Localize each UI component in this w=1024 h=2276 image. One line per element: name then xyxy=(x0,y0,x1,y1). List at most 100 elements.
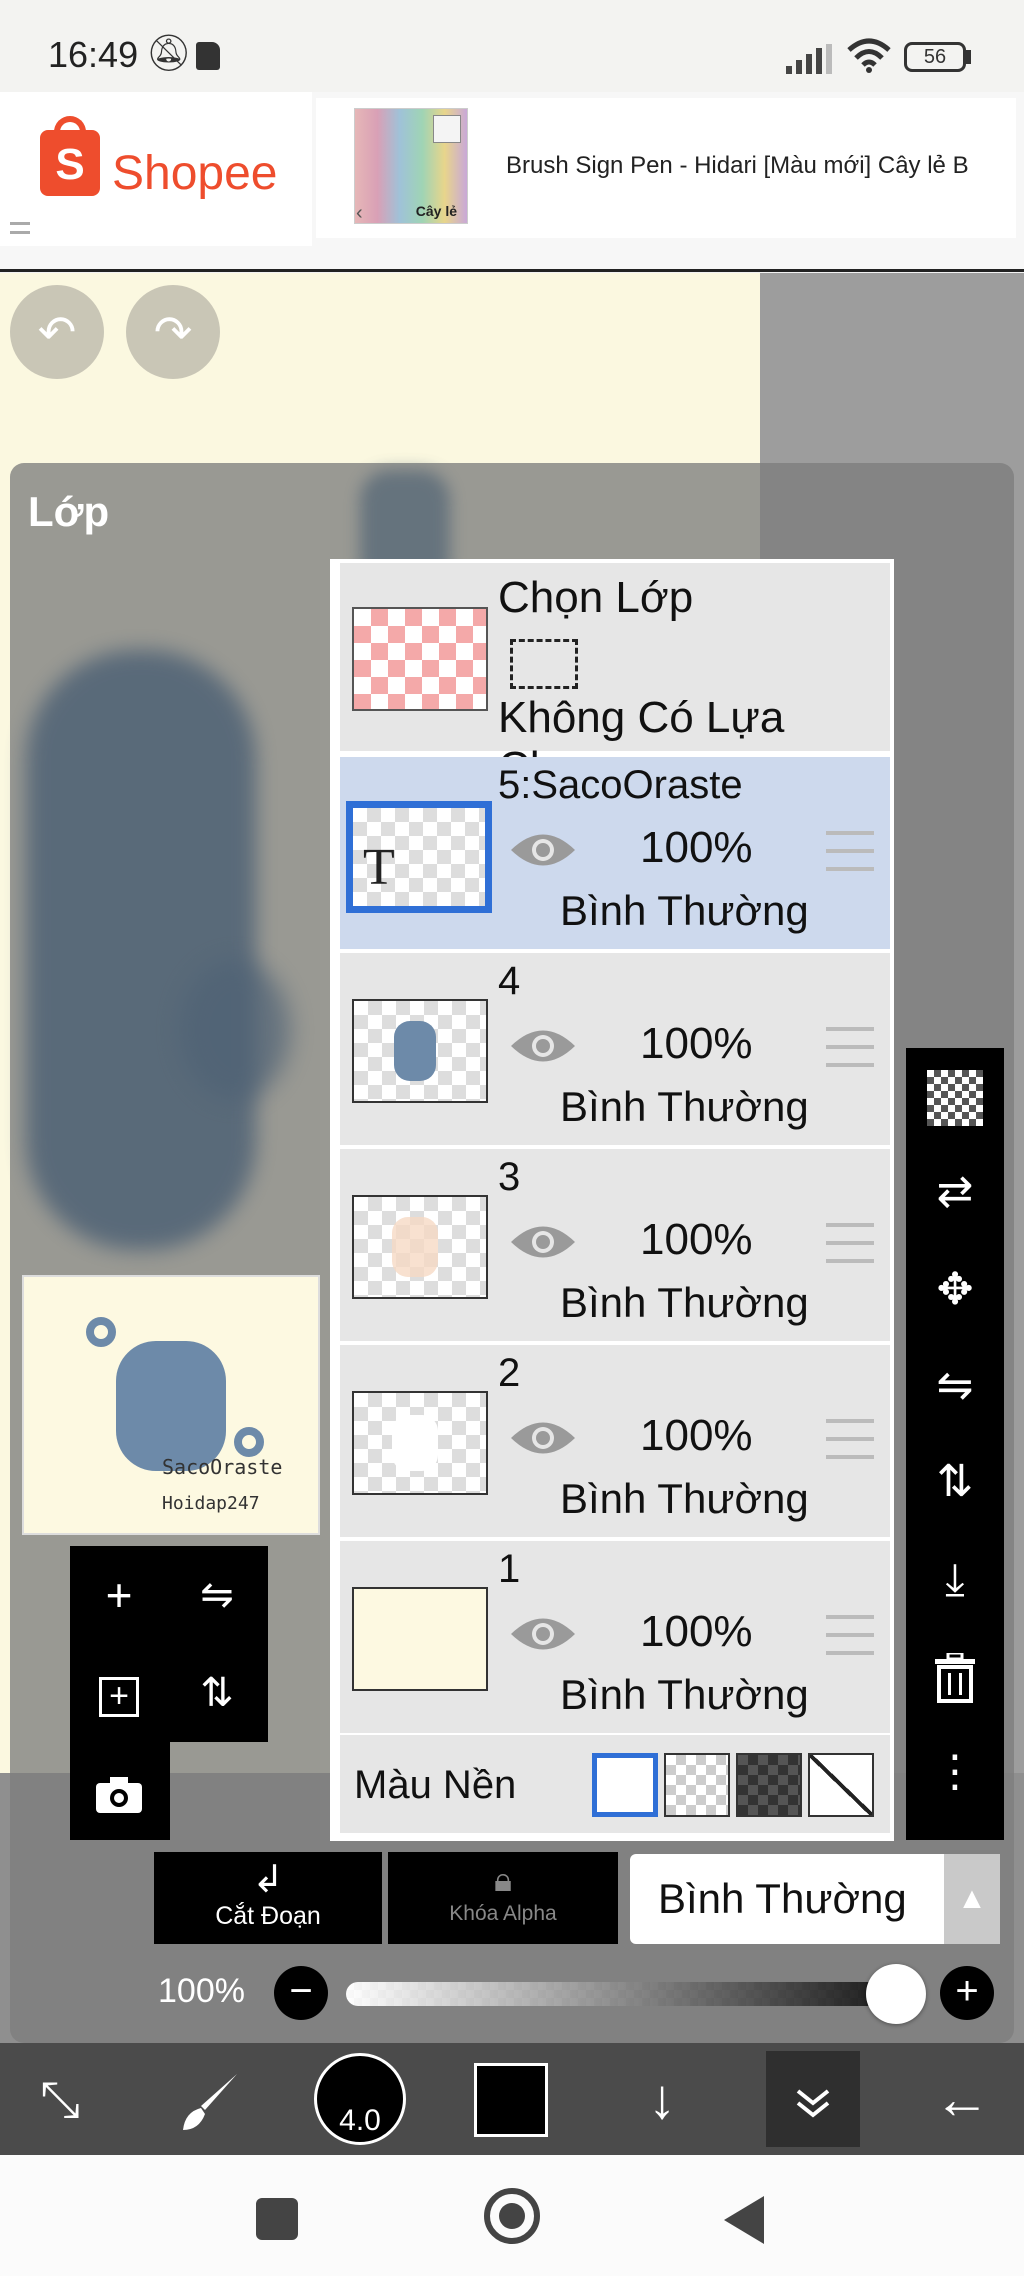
background-color-row: Màu Nền xyxy=(340,1735,890,1835)
drag-handle-icon[interactable] xyxy=(826,1027,874,1067)
layer-blend-mode: Bình Thường xyxy=(560,1475,809,1522)
preview-text-1: SacoOraste xyxy=(162,1455,283,1479)
bg-none-swatch[interactable] xyxy=(808,1753,874,1817)
cut-button[interactable]: ↲ Cắt Đoạn xyxy=(154,1852,382,1944)
swap-layer-icon[interactable]: ⇄ xyxy=(906,1144,1004,1240)
ad-menu-icon[interactable] xyxy=(10,222,30,234)
arrow-down-icon[interactable]: ↓ xyxy=(612,2043,712,2155)
home-button[interactable] xyxy=(484,2188,540,2244)
layer-thumbnail xyxy=(352,1195,488,1299)
canvas-preview[interactable]: SacoOraste Hoidap247 xyxy=(22,1275,320,1535)
product-card[interactable]: Cây lẻ ‹ Brush Sign Pen - Hidari [Màu mớ… xyxy=(316,98,1016,238)
selection-layer-row[interactable]: Chọn Lớp Không Có Lựa Chọn xyxy=(340,563,890,792)
merge-down-icon[interactable]: ⤓ xyxy=(906,1532,1004,1628)
checkerboard-icon[interactable] xyxy=(906,1048,1004,1144)
layer-thumbnail: T xyxy=(346,801,492,913)
panel-title: Lớp xyxy=(28,488,110,535)
opacity-minus-button[interactable]: − xyxy=(274,1966,328,2020)
layer-name: 1 xyxy=(498,1547,521,1591)
layer-blend-mode: Bình Thường xyxy=(560,1671,809,1718)
blend-mode-select[interactable]: Bình Thường xyxy=(630,1854,944,1944)
layer-row[interactable]: 3 100% Bình Thường xyxy=(340,1149,890,1343)
move-icon[interactable]: ✥ xyxy=(906,1242,1004,1338)
drag-handle-icon[interactable] xyxy=(826,831,874,871)
shopee-card[interactable]: S Shopee xyxy=(0,92,312,246)
lock-icon: 🔒︎ xyxy=(493,1861,513,1899)
drag-handle-icon[interactable] xyxy=(826,1615,874,1655)
battery-tip xyxy=(966,50,971,64)
opacity-label: 100% xyxy=(158,1972,245,2010)
eye-icon[interactable] xyxy=(508,829,578,871)
camera-icon[interactable] xyxy=(70,1742,168,1840)
canvas-art xyxy=(180,960,290,1100)
layer-thumbnail xyxy=(352,1391,488,1495)
status-time: 16:49 xyxy=(48,34,139,75)
chevron-up-icon[interactable]: ▲ xyxy=(944,1854,1000,1944)
layer-opacity: 100% xyxy=(640,1411,753,1460)
background-color-label: Màu Nền xyxy=(354,1763,517,1807)
layer-blend-mode: Bình Thường xyxy=(560,1083,809,1130)
eye-icon[interactable] xyxy=(508,1025,578,1067)
brush-size-value: 4.0 xyxy=(339,2104,381,2137)
shopee-brand: Shopee xyxy=(112,147,278,200)
close-icon[interactable] xyxy=(433,115,461,143)
eye-icon[interactable] xyxy=(508,1417,578,1459)
product-thumb-label: Cây lẻ xyxy=(415,203,457,219)
opacity-slider[interactable] xyxy=(346,1982,926,2006)
shopee-bag-icon: S xyxy=(40,116,100,196)
canvas-art xyxy=(26,650,256,1250)
layer-row[interactable]: 2 100% Bình Thường xyxy=(340,1345,890,1539)
color-swatch[interactable] xyxy=(474,2063,548,2137)
drag-handle-icon[interactable] xyxy=(826,1419,874,1459)
layer-blend-mode: Bình Thường xyxy=(560,1279,809,1326)
recent-apps-button[interactable] xyxy=(256,2198,298,2240)
brush-size-button[interactable]: 4.0 xyxy=(314,2053,406,2145)
eye-icon[interactable] xyxy=(508,1221,578,1263)
left-tool-panel-ext xyxy=(70,1742,170,1840)
drag-handle-icon[interactable] xyxy=(826,1223,874,1263)
text-layer-icon: T xyxy=(363,839,395,896)
back-arrow-icon[interactable]: ← xyxy=(912,2043,1012,2155)
layer-row[interactable]: 4 100% Bình Thường xyxy=(340,953,890,1147)
left-tool-panel: + ⇋ + ⇅ xyxy=(70,1546,268,1742)
back-button[interactable] xyxy=(724,2196,764,2244)
alpha-lock-label: Khóa Alpha xyxy=(449,1902,557,1925)
flip-horizontal-button[interactable]: ⇋ xyxy=(168,1546,266,1644)
trash-icon[interactable] xyxy=(906,1628,1004,1724)
bell-off-icon: 🔕︎ xyxy=(146,32,192,73)
bg-transparent-swatch[interactable] xyxy=(664,1753,730,1817)
opacity-slider-handle[interactable] xyxy=(866,1964,926,2024)
layer-opacity: 100% xyxy=(640,1019,753,1068)
layer-row[interactable]: T 5:SacoOraste 100% Bình Thường xyxy=(340,757,890,951)
add-special-layer-button[interactable]: + xyxy=(70,1644,168,1742)
product-text: Brush Sign Pen - Hidari [Màu mới] Cây lẻ… xyxy=(506,152,969,179)
flip-vertical-button[interactable]: ⇅ xyxy=(168,1644,266,1742)
bg-dark-swatch[interactable] xyxy=(736,1753,802,1817)
layer-opacity: 100% xyxy=(640,823,753,872)
selection-title: Chọn Lớp xyxy=(498,573,694,622)
chevron-left-icon[interactable]: ‹ xyxy=(356,202,363,225)
bg-white-swatch[interactable] xyxy=(592,1753,658,1817)
undo-button[interactable]: ↶ xyxy=(10,285,104,379)
signal-icon xyxy=(786,44,834,74)
layer-blend-mode: Bình Thường xyxy=(560,887,809,934)
cut-label: Cắt Đoạn xyxy=(215,1902,321,1930)
redo-button[interactable]: ↷ xyxy=(126,285,220,379)
collapse-button[interactable] xyxy=(766,2051,860,2147)
product-thumbnail[interactable]: Cây lẻ xyxy=(354,108,468,224)
transform-tool-icon[interactable]: ⤡ xyxy=(10,2043,110,2155)
wifi-icon xyxy=(846,38,892,74)
preview-circle xyxy=(86,1317,116,1347)
eye-icon[interactable] xyxy=(508,1613,578,1655)
alpha-lock-button[interactable]: 🔒︎ Khóa Alpha xyxy=(388,1852,618,1944)
flip-horizontal-icon[interactable]: ⇋ xyxy=(906,1338,1004,1434)
layer-opacity: 100% xyxy=(640,1607,753,1656)
layer-row[interactable]: 1 100% Bình Thường xyxy=(340,1541,890,1735)
add-layer-button[interactable]: + xyxy=(70,1546,168,1644)
bottom-toolbar: ⤡ 4.0 ↓ ← xyxy=(0,2043,1024,2155)
brush-icon[interactable] xyxy=(160,2043,260,2155)
more-options-icon[interactable]: ⋮ xyxy=(906,1724,1004,1820)
flip-vertical-icon[interactable]: ⇅ xyxy=(906,1434,1004,1530)
opacity-plus-button[interactable]: + xyxy=(940,1966,994,2020)
preview-letter xyxy=(116,1341,226,1471)
